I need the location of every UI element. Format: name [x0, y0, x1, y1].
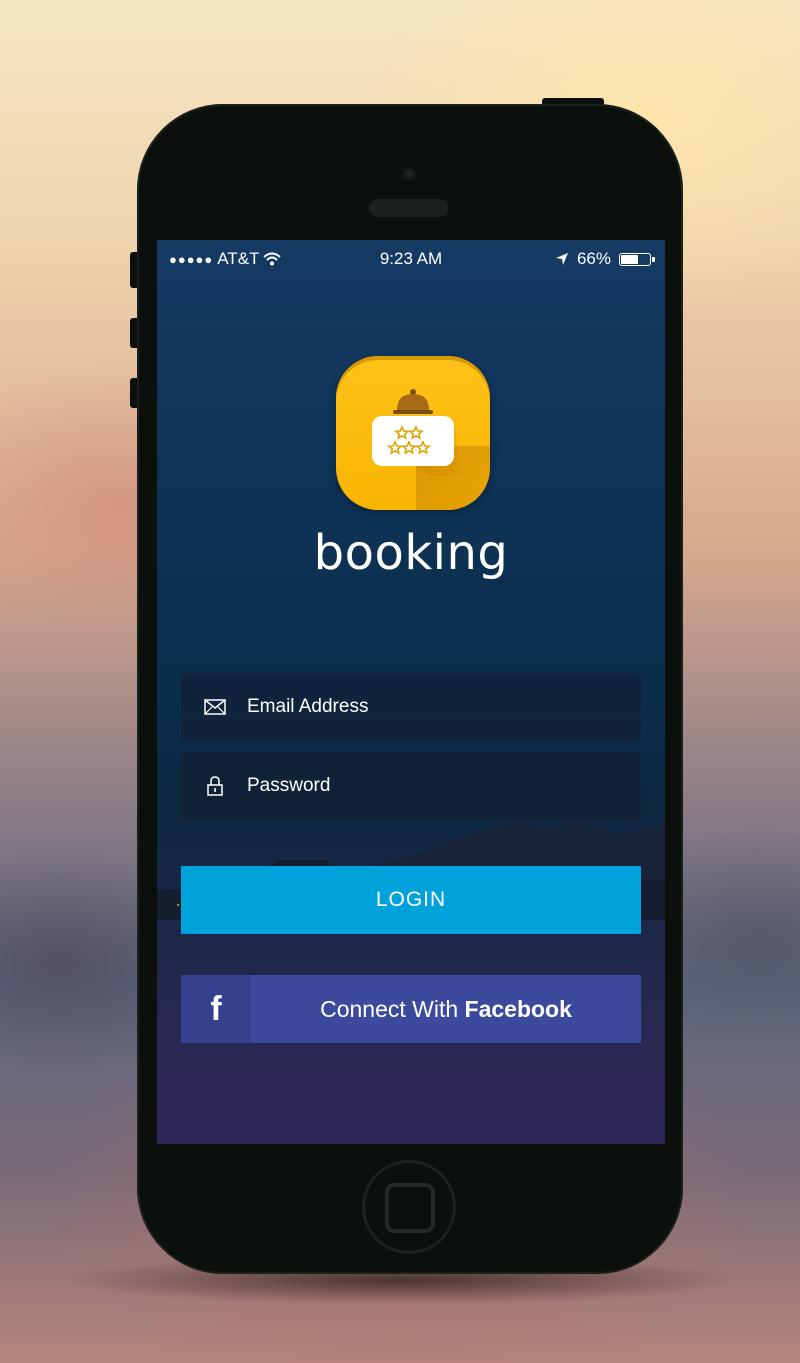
password-field[interactable]: Password	[181, 752, 641, 820]
facebook-button-label: Connect With Facebook	[251, 996, 641, 1023]
earpiece-speaker	[369, 199, 449, 217]
login-button-label: LOGIN	[375, 888, 447, 911]
facebook-label-prefix: Connect With	[320, 995, 465, 1022]
email-placeholder: Email Address	[247, 696, 369, 717]
battery-fill	[621, 254, 639, 264]
home-button-square-icon	[385, 1183, 435, 1233]
front-camera	[402, 167, 416, 181]
location-arrow-icon	[555, 253, 568, 265]
facebook-label-brand: Facebook	[464, 995, 572, 1022]
battery-percent: 66%	[576, 249, 611, 268]
facebook-connect-button[interactable]: f Connect With Facebook	[181, 975, 641, 1043]
email-field[interactable]: Email Address	[181, 673, 641, 741]
app-logo	[336, 356, 490, 510]
envelope-icon	[203, 699, 227, 715]
status-bar-right: 66%	[555, 249, 655, 269]
status-bar: ●●●●● AT&T 9:23 AM 66%	[157, 240, 665, 280]
battery-tip	[652, 256, 655, 262]
brand-name: booking	[313, 525, 509, 581]
lock-icon	[203, 776, 227, 796]
phone-screen: ●●●●● AT&T 9:23 AM 66% booking Email Add…	[157, 240, 665, 1144]
hotel-service-bell-icon	[372, 389, 462, 476]
facebook-icon: f	[181, 975, 251, 1043]
password-placeholder: Password	[247, 775, 331, 796]
battery-icon	[619, 252, 655, 266]
login-button[interactable]: LOGIN	[181, 866, 641, 934]
